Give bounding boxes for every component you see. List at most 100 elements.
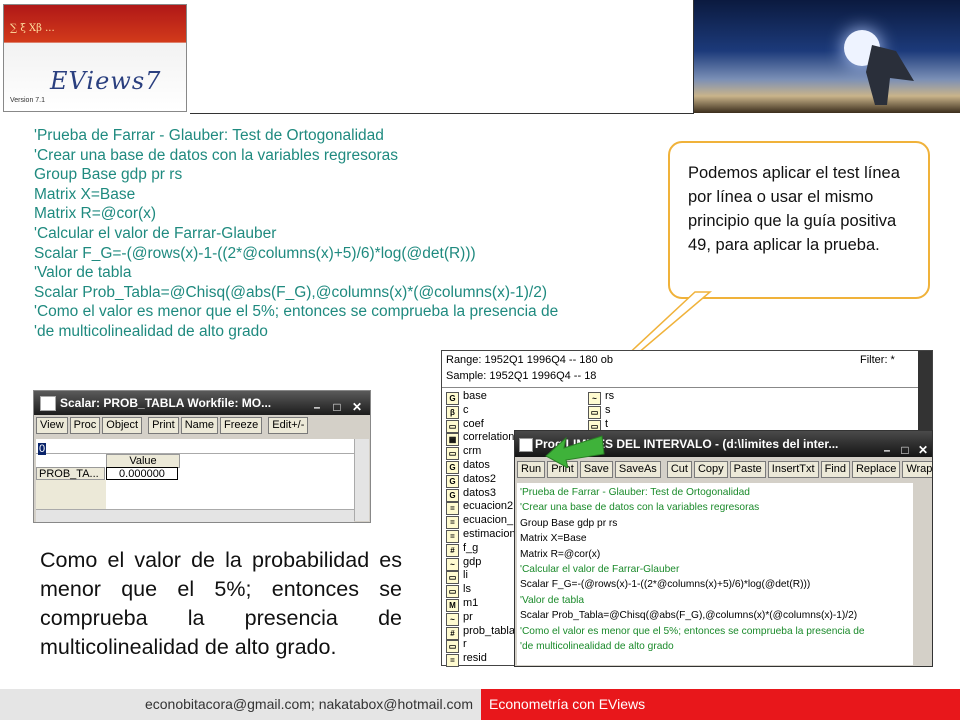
program-toolbar-button[interactable]: Copy <box>693 461 728 478</box>
workfile-object[interactable]: ▦ correlation <box>446 430 515 447</box>
object-name: f_g <box>463 541 479 554</box>
sample-label[interactable]: Sample: 1952Q1 1996Q4 -- 18 <box>446 370 596 382</box>
program-line: Matrix X=Base <box>520 533 587 545</box>
code-line: 'Calcular el valor de Farrar-Glauber <box>34 224 277 242</box>
workfile-object[interactable]: Gdatos2 <box>446 472 497 488</box>
maximize-icon[interactable]: □ <box>330 395 344 419</box>
workfile-object[interactable]: Gdatos3 <box>446 486 497 502</box>
scalar-toolbar-button[interactable]: Proc <box>69 417 101 434</box>
row-label: PROB_TA... <box>36 467 105 480</box>
scalar-toolbar-button[interactable]: Edit+/- <box>268 417 309 434</box>
program-line: Matrix R=@cor(x) <box>520 548 601 560</box>
object-name: correlation <box>463 431 515 444</box>
callout-note: Podemos aplicar el test línea por línea … <box>668 141 930 299</box>
scalar-window-title: Scalar: PROB_TABLA Workfile: MO... <box>60 396 272 410</box>
workfile-object[interactable]: ▭ coef <box>446 417 484 433</box>
workfile-object[interactable]: # prob_tabla <box>446 624 515 640</box>
workfile-object[interactable]: ▭ ls <box>446 582 471 599</box>
program-toolbar-button[interactable]: SaveAs <box>614 461 661 478</box>
banner-blank-panel <box>190 0 694 114</box>
object-type-icon: = <box>446 654 459 668</box>
scalar-toolbar-button[interactable]: View <box>36 417 68 434</box>
minimize-icon[interactable]: – <box>310 395 324 419</box>
workfile-object[interactable]: ~ gdp <box>446 555 482 571</box>
workfile-object[interactable]: ▭ s <box>588 403 611 419</box>
scalar-toolbar-button[interactable]: Object <box>102 417 143 434</box>
scalar-toolbar-button[interactable]: Print <box>148 417 179 434</box>
close-icon[interactable]: ✕ <box>350 395 364 419</box>
workfile-object[interactable]: = ecuacion_ <box>446 513 514 530</box>
workfile-object[interactable]: ▭ t <box>588 417 609 433</box>
scalar-window[interactable]: Scalar: PROB_TABLA Workfile: MO... – □ ✕… <box>33 390 371 523</box>
range-label[interactable]: Range: 1952Q1 1996Q4 -- 180 ob <box>446 354 613 366</box>
object-name: pr <box>463 610 473 623</box>
workfile-object[interactable]: ▭ r <box>446 637 467 654</box>
object-name: ecuacion2 <box>463 500 514 513</box>
vertical-scrollbar[interactable] <box>354 439 369 521</box>
program-toolbar-button[interactable]: Wrap+/- <box>902 461 932 478</box>
object-name: datos2 <box>463 472 497 485</box>
object-name: estimacion <box>463 528 516 540</box>
value-column-header: Value <box>106 454 180 468</box>
workfile-object[interactable]: Gdatos <box>446 458 490 474</box>
workfile-object[interactable]: Mm1 <box>446 596 479 612</box>
code-line: 'Crear una base de datos con la variable… <box>34 146 398 164</box>
scalar-toolbar-button[interactable]: Freeze <box>220 417 263 434</box>
minimize-icon[interactable]: – <box>880 437 894 457</box>
workfile-object[interactable]: = resid <box>446 651 487 668</box>
program-toolbar-button[interactable]: InsertTxt <box>767 461 819 478</box>
workfile-object[interactable]: ~ rs <box>588 389 614 405</box>
program-toolbar-button[interactable]: Cut <box>666 461 692 478</box>
object-name: t <box>605 417 609 430</box>
filter-label[interactable]: Filter: * <box>860 354 895 366</box>
code-line: Matrix X=Base <box>34 185 136 203</box>
program-icon <box>519 438 533 452</box>
scalar-toolbar-button[interactable]: Name <box>180 417 219 434</box>
banner-fantasy-image <box>694 0 960 113</box>
scalar-window-titlebar[interactable]: Scalar: PROB_TABLA Workfile: MO... – □ ✕ <box>34 391 370 415</box>
object-name: datos <box>463 459 490 471</box>
object-name: m1 <box>463 597 479 609</box>
program-line: 'Calcular el valor de Farrar-Glauber <box>520 564 680 576</box>
program-line: 'Valor de tabla <box>520 594 585 606</box>
object-name: datos3 <box>463 486 497 499</box>
program-line: Scalar Prob_Tabla=@Chisq(@abs(F_G),@colu… <box>520 610 858 622</box>
code-line: Matrix R=@cor(x) <box>34 205 157 223</box>
program-line: Group Base gdp pr rs <box>520 517 618 529</box>
callout-text: Podemos aplicar el test línea por línea … <box>688 164 900 254</box>
workfile-object[interactable]: # f_g <box>446 541 479 557</box>
eviews-splash-image: ∑ ξ Xβ ... EViews7 Version 7.1 <box>3 4 187 112</box>
edit-row[interactable]: 0 <box>36 439 354 455</box>
object-name: gdp <box>463 555 482 568</box>
object-name: ecuacion_ <box>463 514 514 527</box>
banner-left: ∑ ξ Xβ ... EViews7 Version 7.1 <box>0 0 191 113</box>
program-toolbar-button[interactable]: Paste <box>729 461 766 478</box>
footer-title: Econometría con EViews <box>481 689 960 720</box>
program-toolbar-button[interactable]: Find <box>820 461 850 478</box>
workfile-object[interactable]: ▭ li <box>446 568 468 585</box>
program-line: 'de multicolinealidad de alto grado <box>520 641 674 653</box>
program-editor[interactable]: 'Prueba de Farrar - Glauber: Test de Ort… <box>517 483 913 665</box>
close-icon[interactable]: ✕ <box>916 437 930 457</box>
maximize-icon[interactable]: □ <box>898 437 912 457</box>
workfile-object[interactable]: ▭ crm <box>446 444 482 461</box>
row-value-cell[interactable]: 0.000000 <box>106 467 178 480</box>
horizontal-scrollbar[interactable] <box>36 509 354 522</box>
object-name: resid <box>463 652 487 665</box>
program-toolbar-button[interactable]: Replace <box>851 461 901 478</box>
workfile-object[interactable]: ~ pr <box>446 610 473 626</box>
program-toolbar-button[interactable]: Run <box>517 461 546 478</box>
workfile-object[interactable]: = ecuacion2 <box>446 499 514 516</box>
object-name: crm <box>463 445 482 458</box>
workfile-object[interactable]: Gbase <box>446 389 487 405</box>
workfile-object-list: Gbase β c ▭ coef ▦ correlation ▭ crm Gdatos Gdatos… <box>442 389 522 668</box>
workfile-object[interactable]: = estimacion <box>446 527 516 543</box>
workfile-header: Range: 1952Q1 1996Q4 -- 180 ob Sample: 1… <box>442 351 932 388</box>
edit-value[interactable]: 0 <box>38 443 47 455</box>
code-line: Group Base gdp pr rs <box>34 166 183 184</box>
eviews-version: Version 7.1 <box>10 97 46 104</box>
program-line: 'Crear una base de datos con la variable… <box>520 502 760 514</box>
workfile-object[interactable]: βc <box>446 403 469 419</box>
program-line: 'Como el valor es menor que el 5%; enton… <box>520 625 865 637</box>
green-arrow-icon <box>545 435 605 468</box>
